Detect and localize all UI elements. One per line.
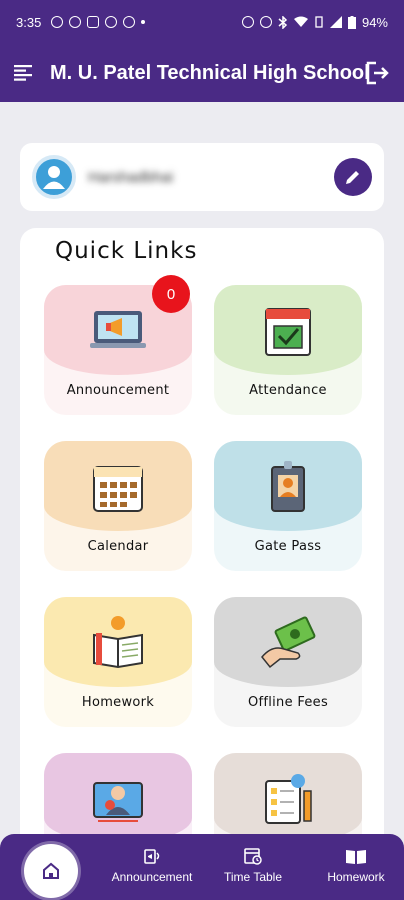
nav-item-homework[interactable]: Homework [318, 846, 394, 884]
quick-links-title: Quick Links [55, 238, 198, 264]
profile-card: Harshadbhai [20, 143, 384, 211]
tile-label: Offline Fees [247, 695, 329, 710]
bluetooth-icon [278, 15, 288, 29]
cash-hand-icon [261, 616, 316, 669]
nav-item-label: Homework [327, 870, 385, 884]
calendar-check-icon [265, 308, 311, 356]
announcement-icon [144, 849, 160, 864]
tile-label: Gate Pass [254, 539, 322, 554]
profile-name: Harshadbhai [88, 168, 174, 186]
menu-icon[interactable] [12, 61, 36, 85]
app-bar: M. U. Patel Technical High School [0, 44, 404, 102]
home-icon [43, 862, 59, 879]
tile-label: Announcement [66, 383, 170, 398]
status-notification-icons [51, 16, 146, 28]
skype-icon [51, 16, 64, 28]
signal-icon [329, 16, 342, 28]
book-pencil-icon [93, 616, 143, 669]
mute-icon [259, 16, 272, 28]
calendar-grid-icon [93, 466, 143, 512]
user-icon [43, 166, 65, 189]
nav-item-announcement[interactable]: Announcement [108, 846, 196, 884]
nav-item-label: Announcement [111, 870, 193, 884]
quick-links-panel: Quick Links Announcement 0 Attendance Ca… [20, 228, 384, 883]
nav-home-button[interactable] [24, 844, 78, 898]
wifi-icon [293, 16, 308, 27]
a-icon [69, 16, 82, 28]
tile-calendar[interactable]: Calendar [44, 441, 192, 571]
tile-label: Calendar [87, 539, 149, 554]
dot-icon [141, 20, 146, 24]
nav-item-label: Time Table [223, 870, 283, 884]
battery-percent: 94% [361, 14, 388, 30]
alarm-icon [241, 16, 254, 28]
youtube-icon [87, 16, 100, 28]
bottom-nav: Announcement Time Table Homework [0, 834, 404, 900]
nav-item-time-table[interactable]: Time Table [218, 846, 288, 884]
weather-icon [123, 16, 136, 28]
tile-gate-pass[interactable]: Gate Pass [214, 441, 362, 571]
top-bar: 3:35 94% M. U. Patel Technical High Scho… [0, 0, 404, 102]
status-time: 3:35 [16, 14, 42, 30]
cloud-icon [105, 16, 118, 28]
status-bar: 3:35 94% [0, 0, 404, 44]
quiz-sheet-icon [265, 774, 312, 824]
tile-offline-fees[interactable]: Offline Fees [214, 597, 362, 727]
tile-homework[interactable]: Homework [44, 597, 192, 727]
pencil-icon [346, 171, 359, 184]
tile-attendance[interactable]: Attendance [214, 285, 362, 415]
tile-label: Attendance [249, 383, 327, 398]
id-badge-icon [271, 461, 305, 512]
page-title: M. U. Patel Technical High School [50, 61, 370, 84]
logout-icon[interactable] [364, 60, 390, 86]
video-lecture-icon [93, 782, 143, 822]
announcement-count-badge: 0 [152, 275, 190, 313]
edit-profile-button[interactable] [334, 158, 372, 196]
megaphone-laptop-icon [90, 311, 146, 348]
battery-icon [347, 15, 356, 29]
timetable-icon [244, 848, 262, 865]
avatar[interactable] [32, 155, 76, 199]
book-icon [346, 850, 366, 864]
vibrate-icon [315, 16, 323, 28]
status-system-icons: 94% [241, 14, 388, 30]
tile-label: Homework [81, 695, 155, 710]
